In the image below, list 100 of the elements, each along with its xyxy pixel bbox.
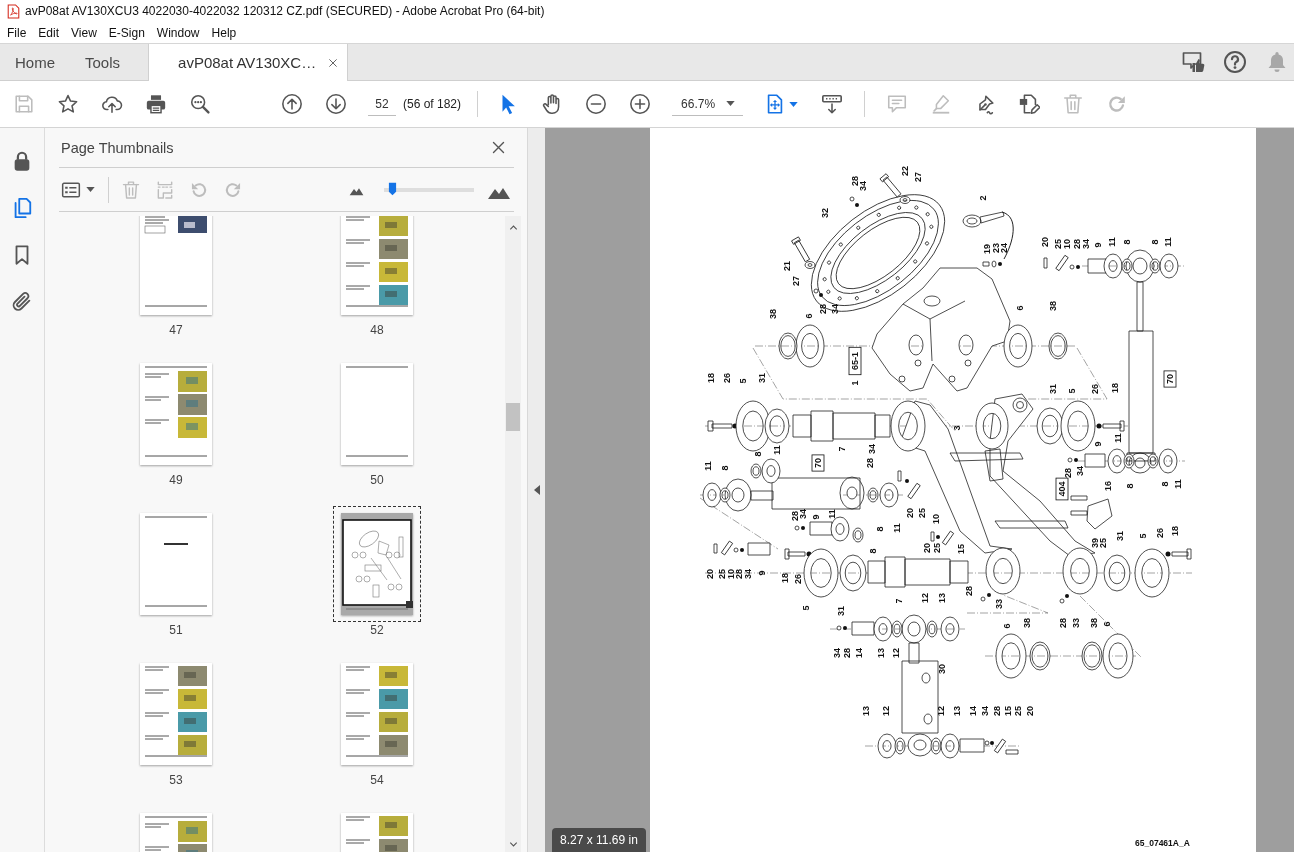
clip [720,540,734,556]
washer [899,196,911,204]
page-number-field[interactable]: 52 [368,92,396,116]
page-thumbnail[interactable] [140,663,212,765]
chevron-up-icon[interactable] [507,222,519,233]
menu-item[interactable]: File [1,25,33,40]
page-thumbnail[interactable] [341,363,413,465]
menu-item[interactable]: View [65,25,103,40]
page-thumbnail[interactable] [341,663,413,765]
page-number-label: 52 [370,623,384,637]
callout-number: 38 [768,309,778,319]
arrow-up-circle-icon[interactable] [281,93,303,115]
window-title: avP08at AV130XCU3 4022030-4022032 120312 CZ.pdf (SECURED) - Adobe Acrobat Pro (64-bit) [25,4,545,18]
screw [794,525,800,531]
washer [926,620,938,638]
callout-number: 38 [1022,618,1032,628]
callout-number: 8 [875,526,885,532]
callout-number: 33 [994,599,1004,609]
callout-number: 26 [1090,384,1100,394]
printer-icon[interactable] [145,93,167,115]
callout-number: 11 [892,523,902,533]
page-thumbnail[interactable] [341,513,413,615]
resize-handle[interactable] [406,601,413,608]
scrollbar-thumb[interactable] [506,403,520,431]
nut [905,479,909,483]
paperclip-icon[interactable] [11,291,33,313]
callout-number: 10 [1062,239,1072,249]
seal-ring [1081,641,1103,671]
page-count: (56 of 182) [403,97,462,111]
seal-ring [1048,332,1068,360]
caret-icon[interactable] [789,101,799,107]
bolt [879,173,902,198]
tab[interactable]: Tools [70,44,136,80]
menu-item[interactable]: E-Sign [102,25,151,40]
page-number-label: 49 [169,473,183,487]
drawing-number: 65_07461A_A [1135,838,1190,848]
chevron-down-icon[interactable] [507,839,519,850]
menu-item[interactable]: Window [150,25,206,40]
callout-number: 28 [1058,618,1068,628]
bushing [1036,407,1064,445]
page-thumbnail[interactable] [140,216,212,315]
page-thumbnail[interactable] [341,216,413,315]
help-icon[interactable] [1223,50,1247,74]
callout-number: 28 [964,586,974,596]
scroll-mode-icon[interactable] [821,93,844,115]
page-thumbnail[interactable] [140,363,212,465]
slider-thumb[interactable] [387,181,397,197]
menu-item[interactable]: Edit [32,25,66,40]
diagram-drawing [351,530,404,598]
edit-document-icon[interactable] [1018,93,1041,115]
callout-number: 28 [850,176,860,186]
menu-item[interactable]: Help [205,25,243,40]
arrow-down-circle-icon[interactable] [325,93,347,115]
zoom-out-icon[interactable] [585,93,608,115]
callout-number: 8 [1150,239,1160,245]
caret-icon[interactable] [86,187,95,192]
callout-number: 9 [811,514,821,520]
callout-number: 23 [991,243,1001,253]
close-icon[interactable] [328,57,339,68]
callout-number: 18 [706,373,716,383]
callout-number: 12 [891,648,901,658]
nut [998,262,1002,266]
page-thumbnail[interactable] [140,513,212,615]
callout-number: 19 [982,244,992,254]
scrollbar-track[interactable] [505,216,521,852]
mounting-plate [1086,498,1113,530]
callout-number: 13 [861,706,871,716]
nut [936,535,940,539]
arm-hub [1062,547,1098,595]
caret-icon[interactable] [726,101,736,106]
screw [813,288,819,294]
callout-number: 21 [782,261,792,271]
bolt [1070,495,1088,501]
pin [851,621,875,636]
zoom-dropdown[interactable]: 66.7% [672,92,744,116]
callout-number: 13 [876,648,886,658]
callout-number: 20 [922,543,932,553]
star-icon[interactable] [57,93,79,115]
callout-number: 8 [1160,481,1170,487]
tab[interactable]: avP08at AV130XC… [148,44,349,81]
callout-number: 8 [1125,483,1135,489]
page-number-label: 48 [370,323,384,337]
pin [747,542,771,556]
callout-number: 34 [743,569,753,579]
nut [1165,551,1171,557]
bolt [1070,510,1088,516]
close-icon[interactable] [491,140,506,155]
callout-number: 8 [753,451,763,457]
cloud-upload-icon[interactable] [101,93,123,115]
search-icon[interactable] [189,93,211,115]
callout-number: 11 [1113,433,1123,443]
zoom-in-icon[interactable] [629,93,652,115]
feedback-icon[interactable] [1181,50,1205,74]
collapse-arrow-icon[interactable] [533,485,540,495]
nut [801,526,805,530]
callout-number: 8 [868,548,878,554]
callout-number: 3 [952,425,962,431]
callout-number: 11 [703,461,713,471]
reference-tag: 65-1 [848,346,862,376]
tab[interactable]: Home [0,44,70,80]
